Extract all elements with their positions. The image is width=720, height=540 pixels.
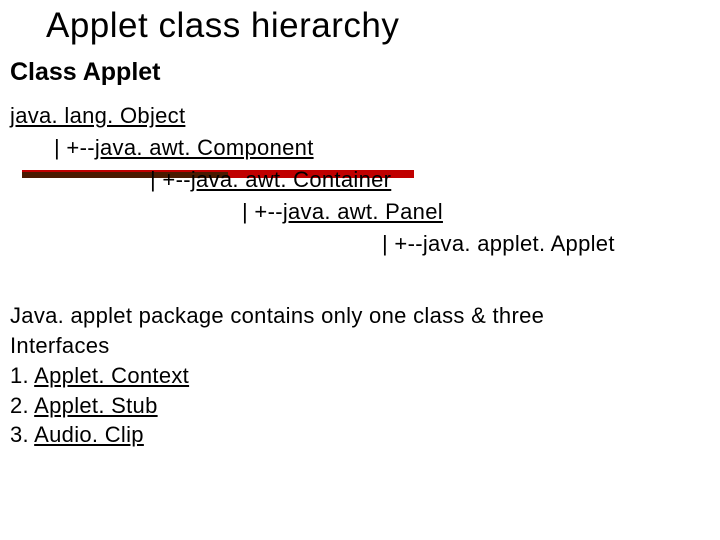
tree-prefix: | +--	[242, 199, 283, 224]
tree-prefix: | +--	[150, 167, 191, 192]
package-description: Java. applet package contains only one c…	[10, 301, 615, 449]
hierarchy-level-4: | +--java. applet. Applet	[10, 228, 615, 260]
para-line-1: Java. applet package contains only one c…	[10, 301, 615, 331]
tree-prefix: | +--	[382, 231, 423, 256]
body-content: java. lang. Object | +--java. awt. Compo…	[10, 100, 615, 450]
page-title: Applet class hierarchy	[46, 6, 399, 46]
link-java-awt-component[interactable]: java. awt. Component	[95, 135, 314, 160]
hierarchy-root: java. lang. Object	[10, 100, 615, 132]
list-number: 3.	[10, 422, 34, 447]
interface-item-1: 1. Applet. Context	[10, 361, 615, 391]
interface-item-3: 3. Audio. Clip	[10, 420, 615, 450]
tree-prefix: | +--	[54, 135, 95, 160]
list-number: 2.	[10, 393, 34, 418]
interface-item-2: 2. Applet. Stub	[10, 391, 615, 421]
slide: Applet class hierarchy Class Applet java…	[0, 0, 720, 540]
text-java-applet-applet: java. applet. Applet	[423, 231, 615, 256]
hierarchy-level-1: | +--java. awt. Component	[10, 132, 615, 164]
hierarchy-level-3: | +--java. awt. Panel	[10, 196, 615, 228]
link-java-lang-object[interactable]: java. lang. Object	[10, 103, 185, 128]
link-audio-clip[interactable]: Audio. Clip	[34, 422, 144, 447]
hierarchy-level-2: | +--java. awt. Container	[10, 164, 615, 196]
para-line-2: Interfaces	[10, 331, 615, 361]
link-java-awt-container[interactable]: java. awt. Container	[191, 167, 391, 192]
subtitle: Class Applet	[10, 58, 161, 87]
link-java-awt-panel[interactable]: java. awt. Panel	[283, 199, 443, 224]
link-applet-stub[interactable]: Applet. Stub	[34, 393, 157, 418]
list-number: 1.	[10, 363, 34, 388]
link-applet-context[interactable]: Applet. Context	[34, 363, 189, 388]
